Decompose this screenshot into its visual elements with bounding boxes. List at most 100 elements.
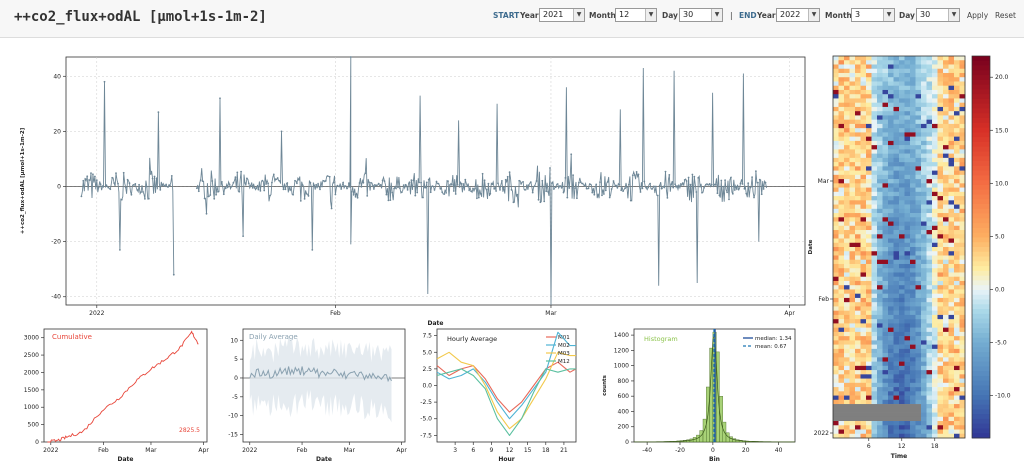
heatmap-cell: [954, 421, 960, 426]
heatmap-cell: [899, 332, 905, 337]
heatmap-cell: [932, 69, 938, 74]
start-month-select[interactable]: 12▼: [615, 8, 657, 22]
charts-canvas: 2022FebMarApr-40-2002040Date++co2_flux+o…: [0, 39, 1024, 466]
heatmap-cell: [866, 145, 872, 150]
heatmap-cell: [927, 260, 933, 265]
heatmap-cell: [850, 132, 856, 137]
heatmap-cell: [850, 154, 856, 159]
heatmap-cell: [850, 328, 856, 333]
end-year-select[interactable]: 2022▼: [776, 8, 820, 22]
heatmap-cell: [877, 200, 883, 205]
data-point: [534, 185, 536, 187]
heatmap-cell: [921, 255, 927, 260]
heatmap-cell: [927, 86, 933, 91]
heatmap-cell: [899, 243, 905, 248]
heatmap-cell: [850, 421, 856, 426]
heatmap-cell: [833, 413, 839, 418]
data-point: [121, 199, 123, 201]
start-day-select[interactable]: 30▼: [679, 8, 723, 22]
heatmap-cell: [927, 239, 933, 244]
heatmap-cell: [833, 162, 839, 167]
heatmap-cell: [932, 86, 938, 91]
apply-button[interactable]: Apply: [967, 11, 988, 20]
heatmap-cell: [921, 192, 927, 197]
colorbar-segment: [972, 338, 990, 343]
heatmap-cell: [855, 379, 861, 384]
heatmap-cell: [916, 413, 922, 418]
heatmap-cell: [943, 298, 949, 303]
heatmap-cell: [839, 281, 845, 286]
data-point: [348, 182, 350, 184]
data-point: [411, 179, 413, 181]
heatmap-cell: [844, 315, 850, 320]
heatmap-cell: [916, 294, 922, 299]
heatmap-cell: [850, 175, 856, 180]
heatmap-cell: [877, 243, 883, 248]
heatmap-cell: [877, 268, 883, 273]
heatmap-cell: [921, 247, 927, 252]
heatmap-cell: [905, 98, 911, 103]
heatmap-cell: [960, 81, 966, 86]
heatmap-cell: [910, 285, 916, 290]
heatmap-cell: [905, 69, 911, 74]
heatmap-cell: [932, 103, 938, 108]
heatmap-cell: [850, 306, 856, 311]
colorbar-segment: [972, 113, 990, 118]
heatmap-cell: [916, 345, 922, 350]
heatmap-cell: [905, 353, 911, 358]
heatmap-cell: [888, 230, 894, 235]
heatmap-cell: [861, 226, 867, 231]
heatmap-cell: [833, 396, 839, 401]
heatmap-cell: [844, 111, 850, 116]
heatmap-cell: [960, 179, 966, 184]
heatmap-cell: [866, 60, 872, 65]
data-point: [113, 182, 115, 184]
heatmap-cell: [850, 430, 856, 435]
heatmap-cell: [872, 421, 878, 426]
heatmap-cell: [866, 285, 872, 290]
x-tick-label: 6: [867, 443, 871, 450]
heatmap-cell: [960, 383, 966, 388]
chevron-down-icon: ▼: [948, 9, 959, 21]
colorbar-tick-label: 10.0: [995, 180, 1009, 187]
heatmap-cell: [916, 209, 922, 214]
heatmap-cell: [927, 188, 933, 193]
heatmap-cell: [894, 230, 900, 235]
reset-button[interactable]: Reset: [995, 11, 1016, 20]
heatmap-cell: [861, 86, 867, 91]
heatmap-cell: [844, 73, 850, 78]
heatmap-cell: [960, 124, 966, 129]
data-point: [507, 176, 509, 178]
heatmap-cell: [833, 230, 839, 235]
start-year-select[interactable]: 2021▼: [539, 8, 585, 22]
heatmap-cell: [888, 86, 894, 91]
heatmap-cell: [949, 247, 955, 252]
x-tick-label: Apr: [198, 447, 209, 454]
heatmap-cell: [921, 357, 927, 362]
heatmap-cell: [943, 162, 949, 167]
heatmap-cell: [949, 408, 955, 413]
heatmap-cell: [855, 340, 861, 345]
data-point: [503, 187, 505, 189]
data-point: [154, 176, 156, 178]
end-month-select[interactable]: 3▼: [851, 8, 895, 22]
heatmap-cell: [899, 396, 905, 401]
heatmap-cell: [866, 154, 872, 159]
heatmap-cell: [954, 145, 960, 150]
heatmap-cell: [855, 158, 861, 163]
heatmap-cell: [844, 103, 850, 108]
heatmap-cell: [894, 413, 900, 418]
heatmap-cell: [899, 294, 905, 299]
heatmap-cell: [949, 417, 955, 422]
heatmap-cell: [921, 289, 927, 294]
heatmap-cell: [905, 430, 911, 435]
heatmap-cell: [844, 77, 850, 82]
heatmap-cell: [943, 213, 949, 218]
data-point: [304, 198, 306, 200]
data-point: [156, 177, 158, 179]
heatmap-cell: [844, 272, 850, 277]
heatmap-cell: [894, 56, 900, 61]
start-month-label: Month: [589, 11, 616, 20]
end-day-select[interactable]: 30▼: [916, 8, 960, 22]
heatmap-cell: [833, 234, 839, 239]
